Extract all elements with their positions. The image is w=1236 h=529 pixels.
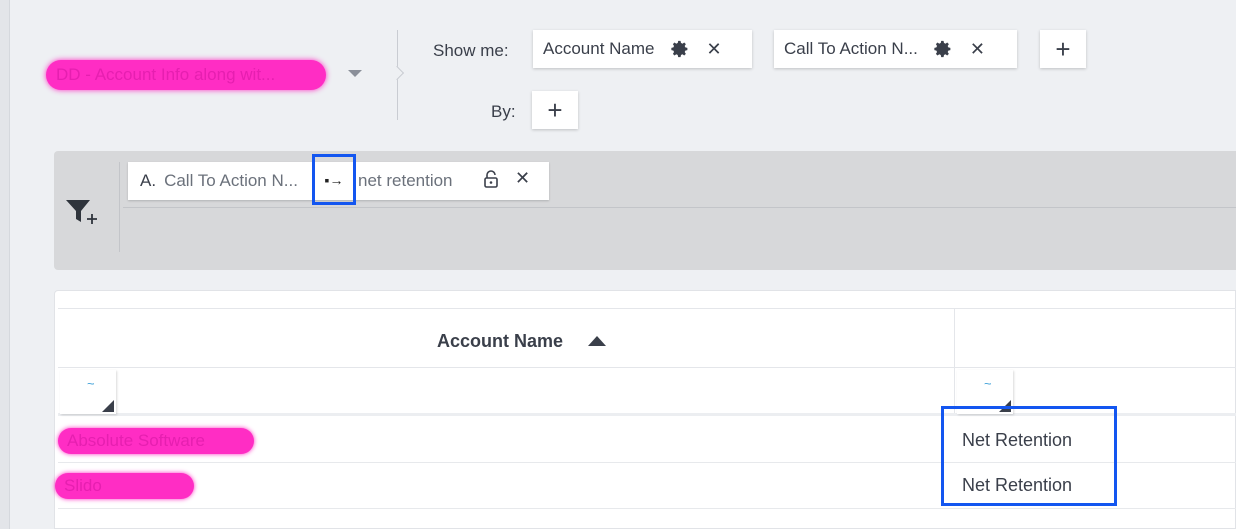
filter-operator-button[interactable]: ▪→ bbox=[312, 154, 356, 205]
filter-divider bbox=[119, 162, 120, 252]
tilde-icon: ~ bbox=[984, 376, 992, 391]
by-label: By: bbox=[491, 102, 516, 121]
pill-label: Account Name bbox=[543, 39, 655, 58]
filter-separator bbox=[123, 207, 1236, 208]
divider-chevron bbox=[389, 65, 405, 81]
table-cell-account: Absolute Software bbox=[58, 428, 254, 454]
close-icon[interactable]: ✕ bbox=[515, 168, 530, 189]
unlock-icon[interactable] bbox=[483, 170, 499, 188]
gear-icon[interactable] bbox=[934, 40, 952, 58]
pill-label: Call To Action N... bbox=[784, 39, 918, 58]
close-icon[interactable]: ✕ bbox=[707, 39, 722, 60]
column-filter-account-name[interactable]: ~ bbox=[60, 370, 116, 414]
show-me-label: Show me: bbox=[433, 41, 509, 60]
highlight-annotation bbox=[941, 406, 1117, 506]
filter-value[interactable]: net retention bbox=[358, 171, 453, 191]
sort-ascending-icon[interactable] bbox=[588, 336, 606, 346]
show-me-pill-call-to-action[interactable]: Call To Action N... ✕ bbox=[774, 30, 1017, 68]
show-me-pill-account-name[interactable]: Account Name ✕ bbox=[533, 30, 752, 68]
filter-field: Call To Action N... bbox=[164, 171, 298, 190]
column-header-account-name[interactable]: Account Name bbox=[437, 331, 563, 352]
table-header-row bbox=[58, 308, 1236, 368]
gear-icon[interactable] bbox=[670, 40, 689, 58]
add-filter-icon[interactable] bbox=[66, 198, 100, 226]
add-show-me-button[interactable]: + bbox=[1040, 30, 1086, 68]
row-divider bbox=[58, 508, 1236, 509]
resize-corner-icon bbox=[102, 400, 114, 412]
chevron-down-icon[interactable] bbox=[348, 70, 362, 77]
close-icon[interactable]: ✕ bbox=[970, 39, 985, 60]
tilde-icon: ~ bbox=[87, 376, 95, 391]
add-group-by-button[interactable]: + bbox=[532, 91, 578, 129]
table-cell-account: Slido bbox=[55, 473, 194, 499]
filter-letter: A. bbox=[140, 171, 157, 190]
report-name-text: DD - Account Info along wit... bbox=[56, 65, 276, 84]
report-name-selector[interactable]: DD - Account Info along wit... bbox=[46, 60, 326, 90]
left-rail bbox=[0, 0, 10, 529]
